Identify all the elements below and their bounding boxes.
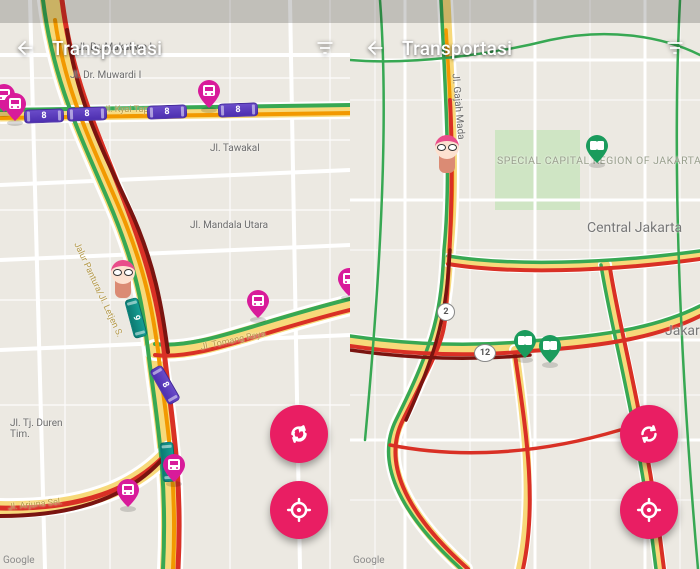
crosshair-icon: [636, 497, 662, 523]
street-label: Jl. Kyai Tapa: [103, 105, 153, 115]
back-button[interactable]: [358, 31, 392, 65]
bus-vehicle[interactable]: 8: [147, 104, 187, 119]
refresh-button[interactable]: [270, 405, 328, 463]
area-label: Central Jakarta: [587, 220, 682, 236]
page-title: Transportasi: [402, 37, 512, 60]
status-bar: [350, 0, 700, 23]
user-avatar: [432, 133, 462, 173]
bus-stop-pin[interactable]: [513, 330, 537, 358]
back-button[interactable]: [8, 31, 42, 65]
map-attribution: Google: [3, 555, 35, 566]
locate-button[interactable]: [270, 481, 328, 539]
bus-stop-pin[interactable]: [116, 479, 140, 507]
screenshot-right: Jl. Gajah Mada SPECIAL CAPITAL REGION OF…: [350, 0, 700, 569]
app-header: Transportasi: [0, 23, 350, 73]
street-label: Jl. Tj. Duren Tim.: [10, 418, 65, 440]
bus-stop-pin[interactable]: [585, 135, 609, 163]
street-label: Jl. Tawakal: [210, 143, 260, 154]
bus-vehicle[interactable]: 8: [67, 106, 107, 121]
app-header: Transportasi: [350, 23, 700, 73]
bus-stop-pin[interactable]: [3, 93, 27, 121]
locate-button[interactable]: [620, 481, 678, 539]
filter-button[interactable]: [308, 31, 342, 65]
crosshair-icon: [286, 497, 312, 523]
area-label: Jakarta: [665, 323, 700, 339]
route-shield: 12: [474, 344, 496, 362]
refresh-button[interactable]: [620, 405, 678, 463]
user-avatar: [108, 258, 138, 298]
bus-vehicle[interactable]: 8: [24, 108, 64, 123]
refresh-icon: [286, 421, 312, 447]
refresh-icon: [636, 421, 662, 447]
status-bar: [0, 0, 350, 23]
bus-vehicle[interactable]: 8: [218, 102, 258, 117]
street-label: Jl. Mandala Utara: [190, 220, 268, 231]
bus-stop-pin[interactable]: [246, 290, 270, 318]
bus-stop-pin[interactable]: [538, 335, 562, 363]
bus-stop-pin[interactable]: [162, 454, 186, 482]
bus-stop-pin[interactable]: [197, 80, 221, 108]
area-label: SPECIAL CAPITAL REGION OF JAKARTA: [497, 155, 587, 167]
route-shield: 2: [437, 303, 455, 321]
bus-stop-pin[interactable]: [337, 268, 350, 296]
map-attribution: Google: [353, 555, 385, 566]
screenshot-left: Jl. Dr. Makaliwe I Jl. Dr. Muwardi I Jl.…: [0, 0, 350, 569]
filter-button[interactable]: [658, 31, 692, 65]
page-title: Transportasi: [52, 37, 162, 60]
